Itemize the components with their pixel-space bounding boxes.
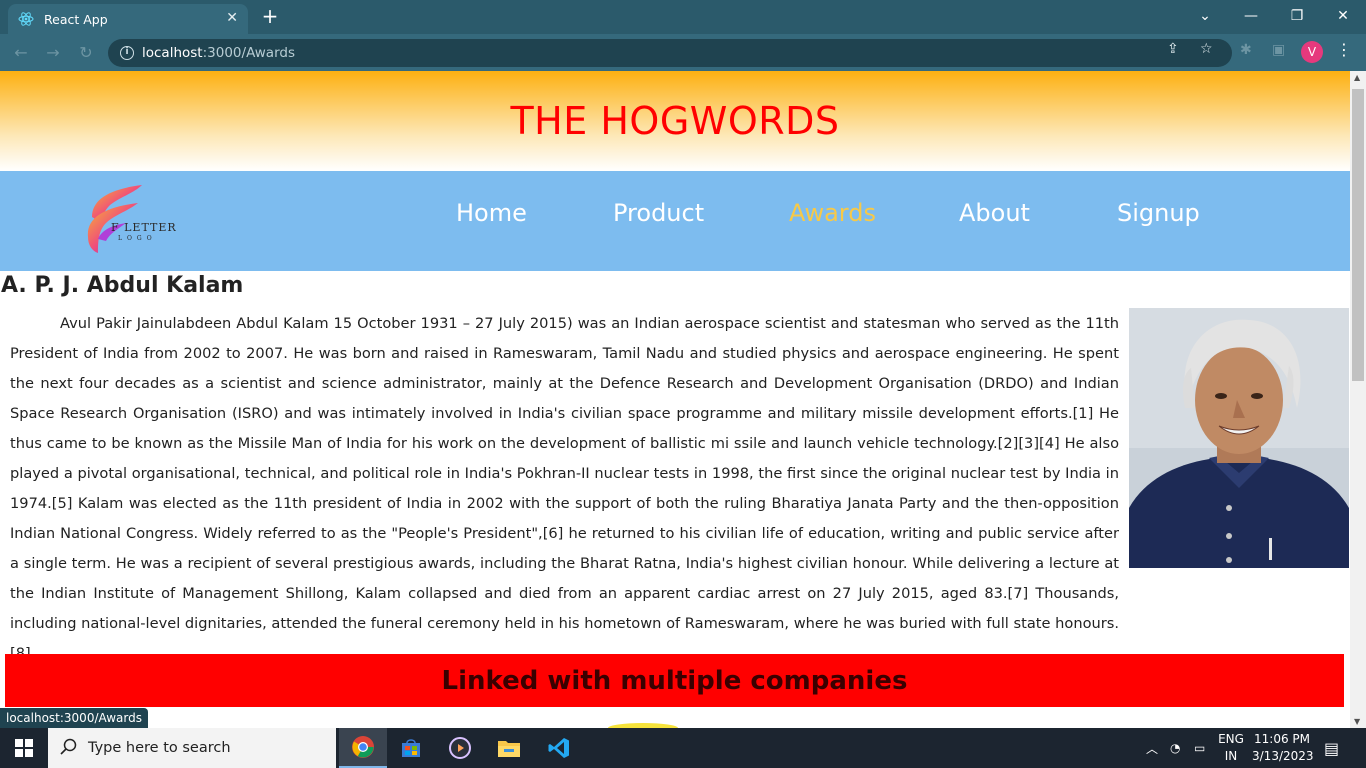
battery-icon[interactable]: ▭ — [1194, 728, 1205, 768]
clock-date: 3/13/2023 — [1252, 749, 1314, 763]
site-title: THE HOGWORDS — [510, 99, 840, 143]
back-arrow-icon[interactable]: ← — [10, 42, 32, 64]
tab-title: React App — [44, 11, 108, 27]
windows-logo-icon — [15, 739, 33, 757]
close-tab-icon[interactable]: ✕ — [226, 10, 238, 26]
store-taskbar-icon[interactable] — [387, 728, 435, 768]
companies-banner: Linked with multiple companies — [5, 654, 1344, 707]
taskbar-search-box[interactable]: Type here to search — [48, 728, 336, 768]
tab-search-chevron-down-icon[interactable]: ⌄ — [1182, 0, 1228, 32]
chrome-taskbar-icon[interactable] — [339, 728, 387, 768]
f-letter-logo[interactable] — [80, 177, 190, 263]
site-info-icon[interactable]: i — [120, 46, 134, 60]
nav-signup[interactable]: Signup — [1117, 199, 1200, 227]
scroll-down-arrow-icon[interactable]: ▼ — [1354, 717, 1360, 726]
close-window-button[interactable]: ✕ — [1320, 0, 1366, 32]
site-header: THE HOGWORDS — [0, 71, 1350, 171]
show-hidden-icons-chevron-up-icon[interactable]: ︿ — [1146, 728, 1158, 768]
forward-arrow-icon[interactable]: → — [42, 42, 64, 64]
notification-center-icon[interactable]: ▤ — [1324, 728, 1339, 768]
media-player-taskbar-icon[interactable] — [436, 728, 484, 768]
link-status-bubble: localhost:3000/Awards — [0, 708, 148, 728]
restore-button[interactable]: ❐ — [1274, 0, 1320, 32]
page-viewport: THE HOGWORDS F LETTER LOGO Home Product … — [0, 71, 1350, 728]
profile-avatar[interactable]: V — [1301, 41, 1323, 63]
system-clock[interactable]: 11:06 PM 3/13/2023 — [1252, 731, 1314, 765]
new-tab-button[interactable]: + — [258, 6, 282, 28]
scrollbar-thumb[interactable] — [1352, 89, 1364, 381]
language-code: ENG — [1218, 732, 1244, 746]
awardee-name: A. P. J. Abdul Kalam — [1, 273, 244, 298]
awardee-bio: Avul Pakir Jainulabdeen Abdul Kalam 15 O… — [10, 315, 1119, 662]
nav-awards[interactable]: Awards — [789, 199, 876, 227]
clock-time: 11:06 PM — [1254, 732, 1310, 746]
page-scrollbar[interactable]: ▲ ▼ — [1350, 71, 1366, 728]
main-navbar: F LETTER LOGO Home Product Awards About … — [0, 171, 1350, 271]
react-favicon-icon — [18, 11, 34, 27]
vscode-taskbar-icon[interactable] — [535, 728, 583, 768]
file-explorer-taskbar-icon[interactable] — [485, 728, 533, 768]
windows-start-button[interactable] — [0, 728, 48, 768]
url-host: localhost — [142, 45, 203, 61]
region-code: IN — [1224, 749, 1238, 763]
extensions-puzzle-icon[interactable]: ✱ — [1240, 42, 1252, 58]
logo-subtext: LOGO — [118, 235, 157, 242]
nav-product[interactable]: Product — [613, 199, 704, 227]
browser-menu-icon[interactable]: ⋮ — [1336, 40, 1352, 59]
bookmark-star-icon[interactable]: ☆ — [1200, 41, 1213, 57]
browser-toolbar: ← → ↻ i localhost:3000/Awards ⇪ ☆ — [0, 34, 1366, 71]
address-bar[interactable]: i localhost:3000/Awards — [108, 39, 1232, 67]
minimize-button[interactable]: — — [1228, 0, 1274, 32]
awardee-portrait — [1129, 308, 1349, 568]
url-path: :3000/Awards — [202, 45, 295, 61]
windows-taskbar: Type here to search ︿ ◔ ▭ ENG IN 11:06 P… — [0, 728, 1366, 768]
logo-text: F LETTER — [111, 221, 177, 234]
share-icon[interactable]: ⇪ — [1167, 41, 1179, 57]
nav-home[interactable]: Home — [456, 199, 527, 227]
input-language[interactable]: ENG IN — [1216, 731, 1246, 765]
scroll-up-arrow-icon[interactable]: ▲ — [1354, 73, 1360, 82]
banner-heading: Linked with multiple companies — [441, 665, 908, 696]
browser-tab-strip: React App ✕ + ⌄ — ❐ ✕ — [0, 0, 1366, 34]
side-panel-icon[interactable]: ▣ — [1272, 42, 1285, 58]
reload-icon[interactable]: ↻ — [75, 42, 97, 64]
network-icon[interactable]: ◔ — [1170, 728, 1180, 768]
browser-tab[interactable]: React App ✕ — [8, 4, 248, 34]
nav-about[interactable]: About — [959, 199, 1030, 227]
search-placeholder: Type here to search — [88, 740, 231, 756]
search-icon — [60, 738, 77, 755]
